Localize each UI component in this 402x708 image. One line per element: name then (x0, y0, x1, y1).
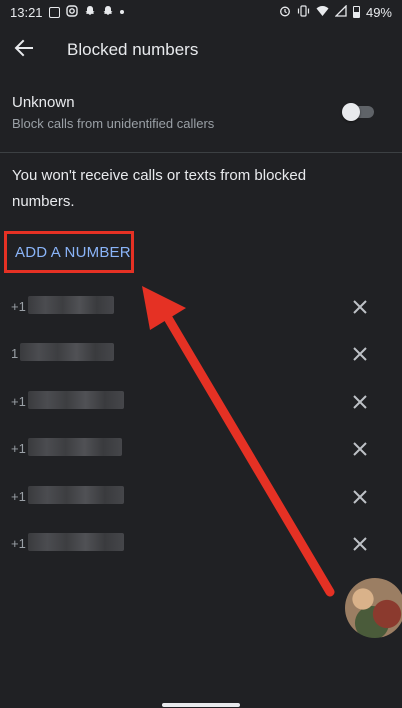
add-number-button[interactable]: ADD A NUMBER (15, 244, 131, 261)
blocked-number-row: +1 (0, 474, 402, 521)
unknown-callers-toggle[interactable] (342, 103, 374, 121)
app-bar: Blocked numbers (0, 28, 402, 72)
remove-number-icon[interactable] (350, 534, 370, 554)
gesture-nav-bar[interactable] (162, 703, 240, 707)
signal-icon (334, 3, 347, 20)
remove-number-icon[interactable] (350, 344, 370, 364)
redacted-number (28, 296, 114, 314)
alarm-icon (279, 5, 291, 20)
remove-number-icon[interactable] (350, 392, 370, 412)
redacted-number (20, 343, 114, 361)
blocked-number-row: +1 (0, 521, 402, 568)
snapchat-icon (102, 5, 114, 20)
number-prefix: 1 (11, 346, 19, 361)
number-prefix: +1 (11, 394, 26, 409)
chat-head-avatar[interactable] (345, 578, 402, 638)
wifi-icon (316, 5, 329, 20)
remove-number-icon[interactable] (350, 487, 370, 507)
unknown-callers-setting[interactable]: Unknown Block calls from unidentified ca… (0, 88, 402, 140)
back-arrow-icon[interactable] (12, 36, 36, 60)
redacted-number (28, 533, 124, 551)
number-prefix: +1 (11, 441, 26, 456)
remove-number-icon[interactable] (350, 439, 370, 459)
battery-icon (352, 6, 360, 18)
redacted-number (28, 438, 122, 456)
more-dot-icon (119, 10, 124, 14)
toggle-knob (342, 103, 360, 121)
blocked-number-row: +1 (0, 379, 402, 426)
unknown-title: Unknown (12, 94, 75, 111)
page-title: Blocked numbers (67, 40, 199, 59)
battery-percent: 49% (365, 4, 392, 20)
add-number-highlight: ADD A NUMBER (4, 231, 134, 273)
blocked-number-row: +1 (0, 426, 402, 473)
status-time: 13:21 (10, 4, 43, 20)
number-prefix: +1 (11, 299, 26, 314)
number-prefix: +1 (11, 536, 26, 551)
blocked-number-row: 1 (0, 331, 402, 378)
status-bar-right: 49% (279, 3, 392, 20)
notification-icon (48, 6, 60, 18)
number-prefix: +1 (11, 489, 26, 504)
instagram-icon (65, 4, 78, 20)
snapchat-icon (84, 5, 96, 20)
remove-number-icon[interactable] (350, 297, 370, 317)
redacted-number (28, 391, 124, 409)
blocked-number-row: +1 (0, 284, 402, 331)
redacted-number (28, 486, 124, 504)
status-bar-left: 13:21 (10, 5, 124, 20)
vibrate-icon (297, 4, 310, 20)
divider (0, 152, 402, 153)
status-bar: 13:21 49% (0, 0, 402, 24)
unknown-subtitle: Block calls from unidentified callers (12, 116, 215, 131)
blocked-info-text: You won't receive calls or texts from bl… (12, 167, 307, 210)
